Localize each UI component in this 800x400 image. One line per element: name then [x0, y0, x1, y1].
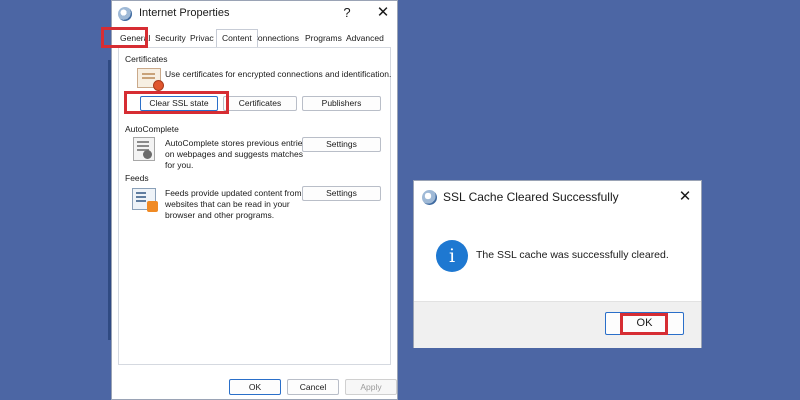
help-button[interactable]: ? [340, 5, 354, 21]
autocomplete-icon [133, 137, 155, 161]
certificates-heading: Certificates [125, 54, 168, 64]
feeds-heading: Feeds [125, 173, 149, 183]
feeds-description-line-1: Feeds provide updated content from [165, 188, 302, 198]
dialog-close-button[interactable]: ✕ [676, 187, 694, 207]
autocomplete-heading: AutoComplete [125, 124, 179, 134]
clear-ssl-state-highlight [124, 91, 229, 114]
globe-icon [118, 7, 132, 21]
content-tab-highlight [101, 27, 148, 48]
window-title: Internet Properties [139, 7, 230, 19]
feeds-icon [132, 188, 158, 212]
close-button[interactable]: ✕ [374, 3, 392, 23]
cancel-button[interactable]: Cancel [287, 379, 339, 395]
ok-button[interactable]: OK [229, 379, 281, 395]
feeds-settings-button[interactable]: Settings [302, 186, 381, 201]
title-bar: Internet Properties ? ✕ [112, 1, 397, 27]
certificates-button[interactable]: Certificates [223, 96, 297, 111]
autocomplete-description-line-1: AutoComplete stores previous entries [165, 138, 307, 148]
certificates-description: Use certificates for encrypted connectio… [165, 69, 392, 79]
autocomplete-settings-button[interactable]: Settings [302, 137, 381, 152]
tab-programs[interactable]: Programs [305, 33, 342, 43]
publishers-button[interactable]: Publishers [302, 96, 381, 111]
certificate-icon [137, 68, 164, 91]
tab-strip: General Security Privacy Content Connect… [112, 29, 397, 47]
apply-button[interactable]: Apply [345, 379, 397, 395]
tab-privacy[interactable]: Privacy [190, 33, 214, 43]
tab-connections[interactable]: Connections [257, 33, 299, 43]
autocomplete-description-line-2: on webpages and suggests matches [165, 149, 303, 159]
dialog-ok-highlight [620, 313, 668, 335]
feeds-description-line-2: websites that can be read in your [165, 199, 290, 209]
dialog-title: SSL Cache Cleared Successfully [443, 190, 619, 204]
tab-advanced[interactable]: Advanced [346, 33, 384, 43]
feeds-description-line-3: browser and other programs. [165, 210, 275, 220]
tab-content[interactable]: Content [216, 29, 258, 47]
dialog-message: The SSL cache was successfully cleared. [476, 249, 669, 261]
tab-security[interactable]: Security [155, 33, 186, 43]
globe-icon [422, 190, 437, 205]
autocomplete-description-line-3: for you. [165, 160, 194, 170]
info-icon: i [436, 240, 468, 272]
